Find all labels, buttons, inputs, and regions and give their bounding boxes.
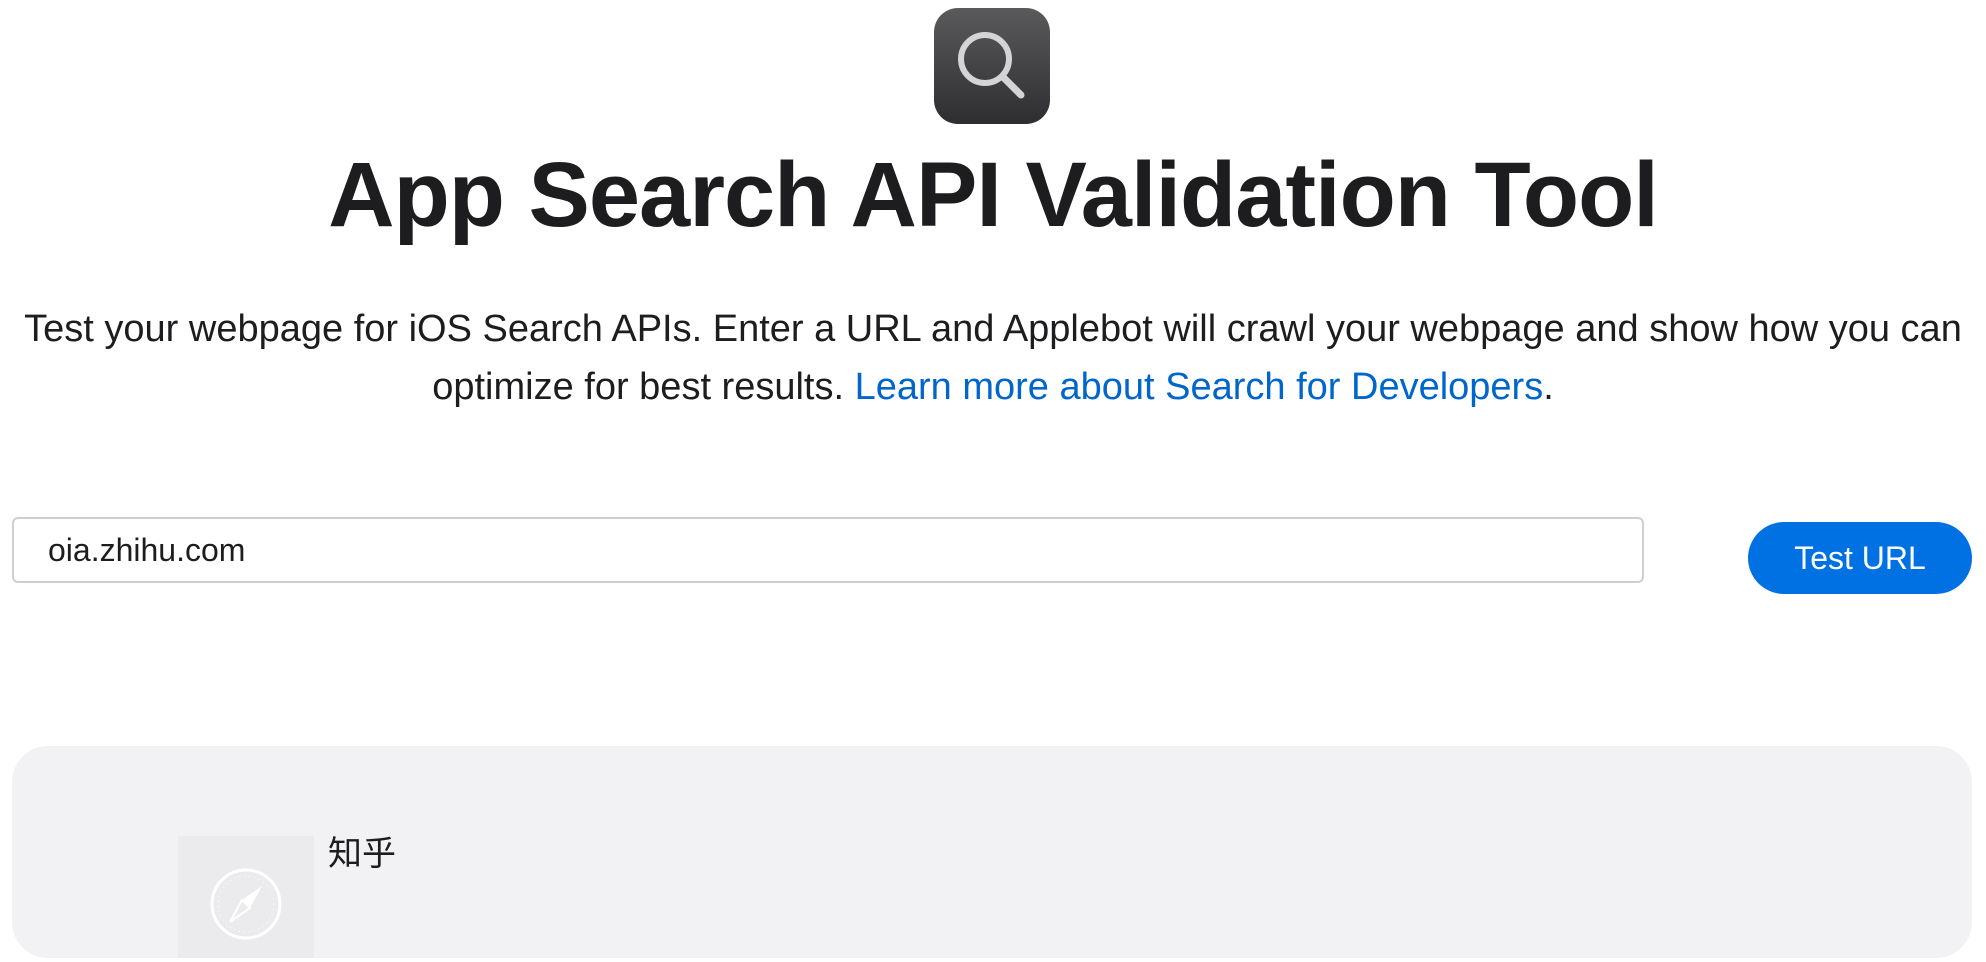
url-input[interactable] bbox=[12, 517, 1644, 583]
compass-icon bbox=[178, 836, 314, 958]
test-url-button[interactable]: Test URL bbox=[1748, 522, 1972, 594]
page-title: App Search API Validation Tool bbox=[328, 144, 1659, 246]
intro-end: . bbox=[1543, 366, 1554, 408]
learn-more-link[interactable]: Learn more about Search for Developers bbox=[855, 366, 1544, 408]
page: App Search API Validation Tool Test your… bbox=[0, 0, 1986, 962]
result-card: 知乎 bbox=[12, 746, 1972, 958]
intro-text: Test your webpage for iOS Search APIs. E… bbox=[10, 300, 1976, 416]
result-title[interactable]: 知乎 bbox=[328, 826, 396, 875]
search-icon bbox=[934, 8, 1050, 124]
